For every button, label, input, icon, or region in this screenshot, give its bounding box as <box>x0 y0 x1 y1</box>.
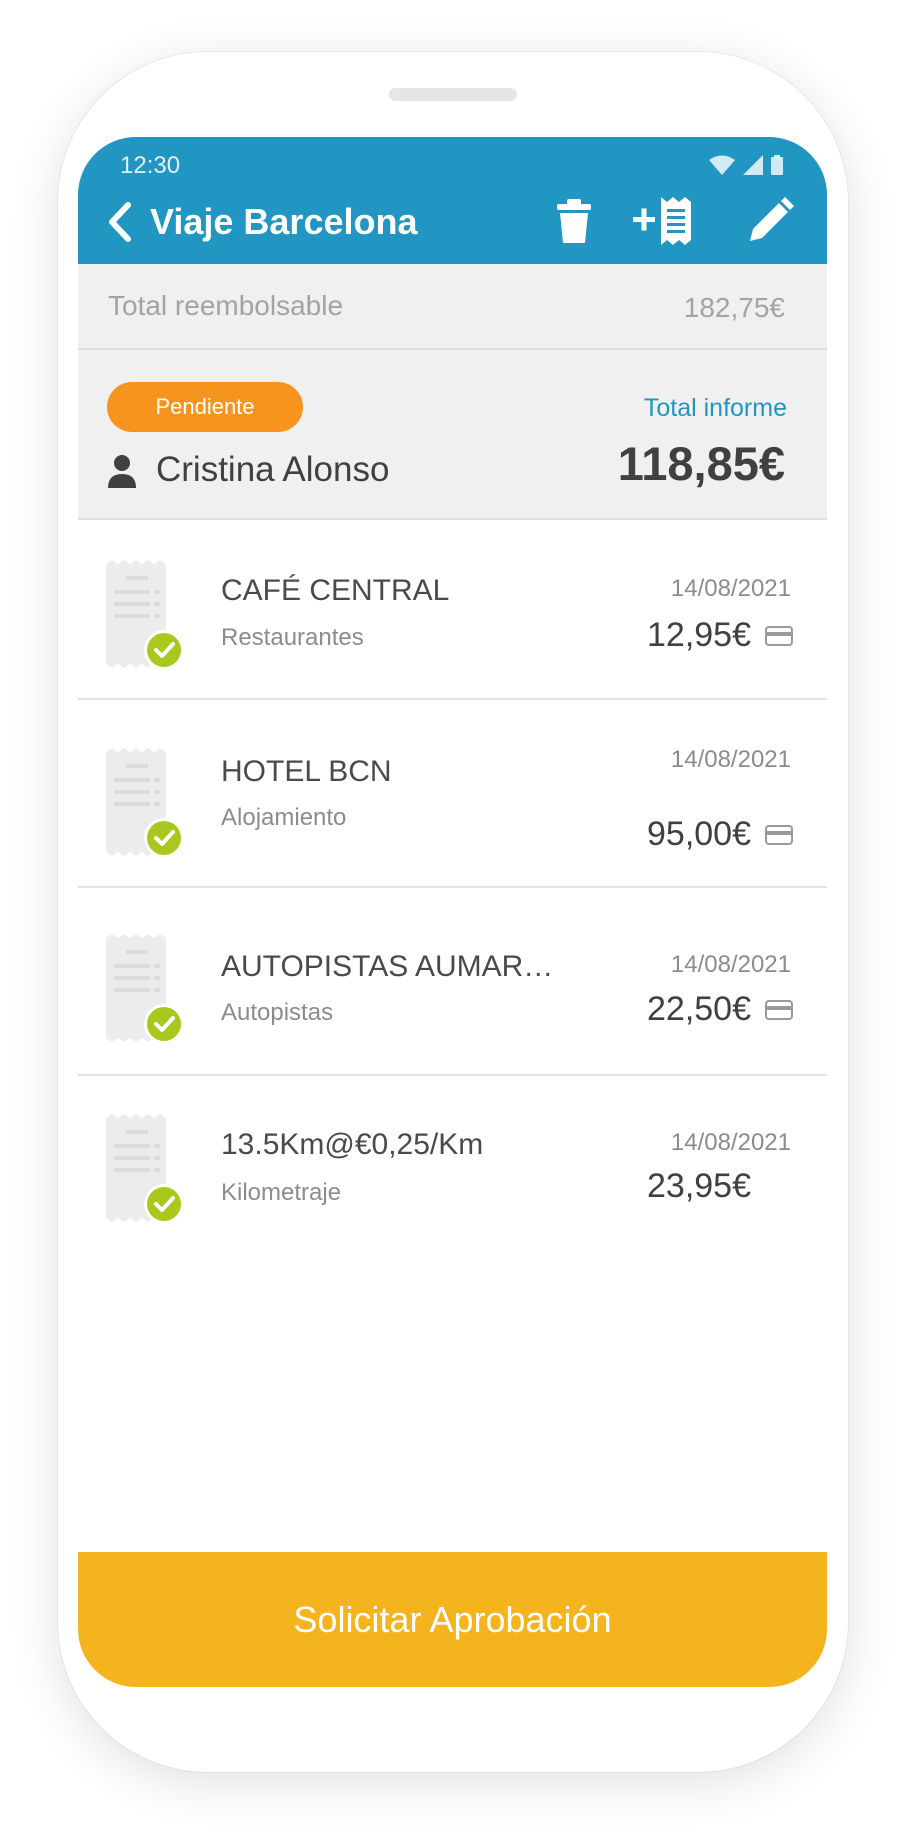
expense-item[interactable]: HOTEL BCN Alojamiento 14/08/2021 95,00€ <box>78 700 827 888</box>
edit-icon[interactable] <box>746 197 794 245</box>
expense-amount: 12,95€ <box>647 616 751 654</box>
expense-date: 14/08/2021 <box>670 746 791 773</box>
phone-speaker <box>389 88 517 101</box>
back-icon[interactable] <box>100 197 140 247</box>
receipt-check-icon <box>106 934 182 1044</box>
person-icon <box>108 455 136 488</box>
expense-amount: 95,00€ <box>647 815 751 853</box>
expense-merchant: CAFÉ CENTRAL <box>221 574 450 607</box>
expense-category: Alojamiento <box>221 804 347 831</box>
expense-category: Autopistas <box>221 999 334 1026</box>
expense-date: 14/08/2021 <box>670 951 791 978</box>
status-icons <box>709 155 783 175</box>
reimbursable-value: 182,75€ <box>683 292 785 323</box>
request-approval-button[interactable]: Solicitar Aprobación <box>78 1552 827 1687</box>
signal-icon <box>743 155 763 175</box>
expense-category: Kilometraje <box>221 1179 342 1206</box>
credit-card-icon <box>765 825 793 845</box>
battery-icon <box>771 155 783 175</box>
stage: 12:30 Viaje Barcelona Total reembolsable… <box>0 0 906 1836</box>
expense-merchant: AUTOPISTAS AUMAR… <box>221 950 554 983</box>
app-bar: 12:30 Viaje Barcelona <box>78 137 827 264</box>
app-screen: 12:30 Viaje Barcelona Total reembolsable… <box>78 137 827 1687</box>
credit-card-icon <box>765 1000 793 1020</box>
status-badge: Pendiente <box>107 382 303 432</box>
total-report-value: 118,85€ <box>617 437 785 490</box>
person-name: Cristina Alonso <box>156 450 390 489</box>
receipt-check-icon <box>106 560 182 670</box>
expense-amount: 22,50€ <box>647 990 751 1028</box>
receipt-check-icon <box>106 748 182 858</box>
expense-amount: 23,95€ <box>647 1167 751 1205</box>
expense-date: 14/08/2021 <box>670 575 791 602</box>
page-title: Viaje Barcelona <box>150 201 418 242</box>
credit-card-icon <box>765 626 793 646</box>
total-report-label: Total informe <box>643 394 787 422</box>
expense-merchant: HOTEL BCN <box>221 755 392 788</box>
reimbursable-row: Total reembolsable 182,75€ <box>78 264 827 350</box>
expense-item[interactable]: CAFÉ CENTRAL Restaurantes 14/08/2021 12,… <box>78 520 827 700</box>
trash-icon[interactable] <box>553 197 595 245</box>
expense-date: 14/08/2021 <box>670 1129 791 1156</box>
phone-frame: 12:30 Viaje Barcelona Total reembolsable… <box>58 52 848 1772</box>
report-summary: Pendiente Total informe Cristina Alonso … <box>78 350 827 520</box>
expense-item[interactable]: AUTOPISTAS AUMAR… Autopistas 14/08/2021 … <box>78 888 827 1076</box>
expense-category: Restaurantes <box>221 624 364 651</box>
expense-merchant: 13.5Km@€0,25/Km <box>221 1128 484 1161</box>
wifi-icon <box>709 155 735 175</box>
receipt-check-icon <box>106 1114 182 1224</box>
status-time: 12:30 <box>120 152 181 179</box>
add-receipt-icon[interactable] <box>633 197 699 245</box>
reimbursable-label: Total reembolsable <box>108 290 344 321</box>
expense-item[interactable]: 13.5Km@€0,25/Km Kilometraje 14/08/2021 2… <box>78 1076 827 1264</box>
